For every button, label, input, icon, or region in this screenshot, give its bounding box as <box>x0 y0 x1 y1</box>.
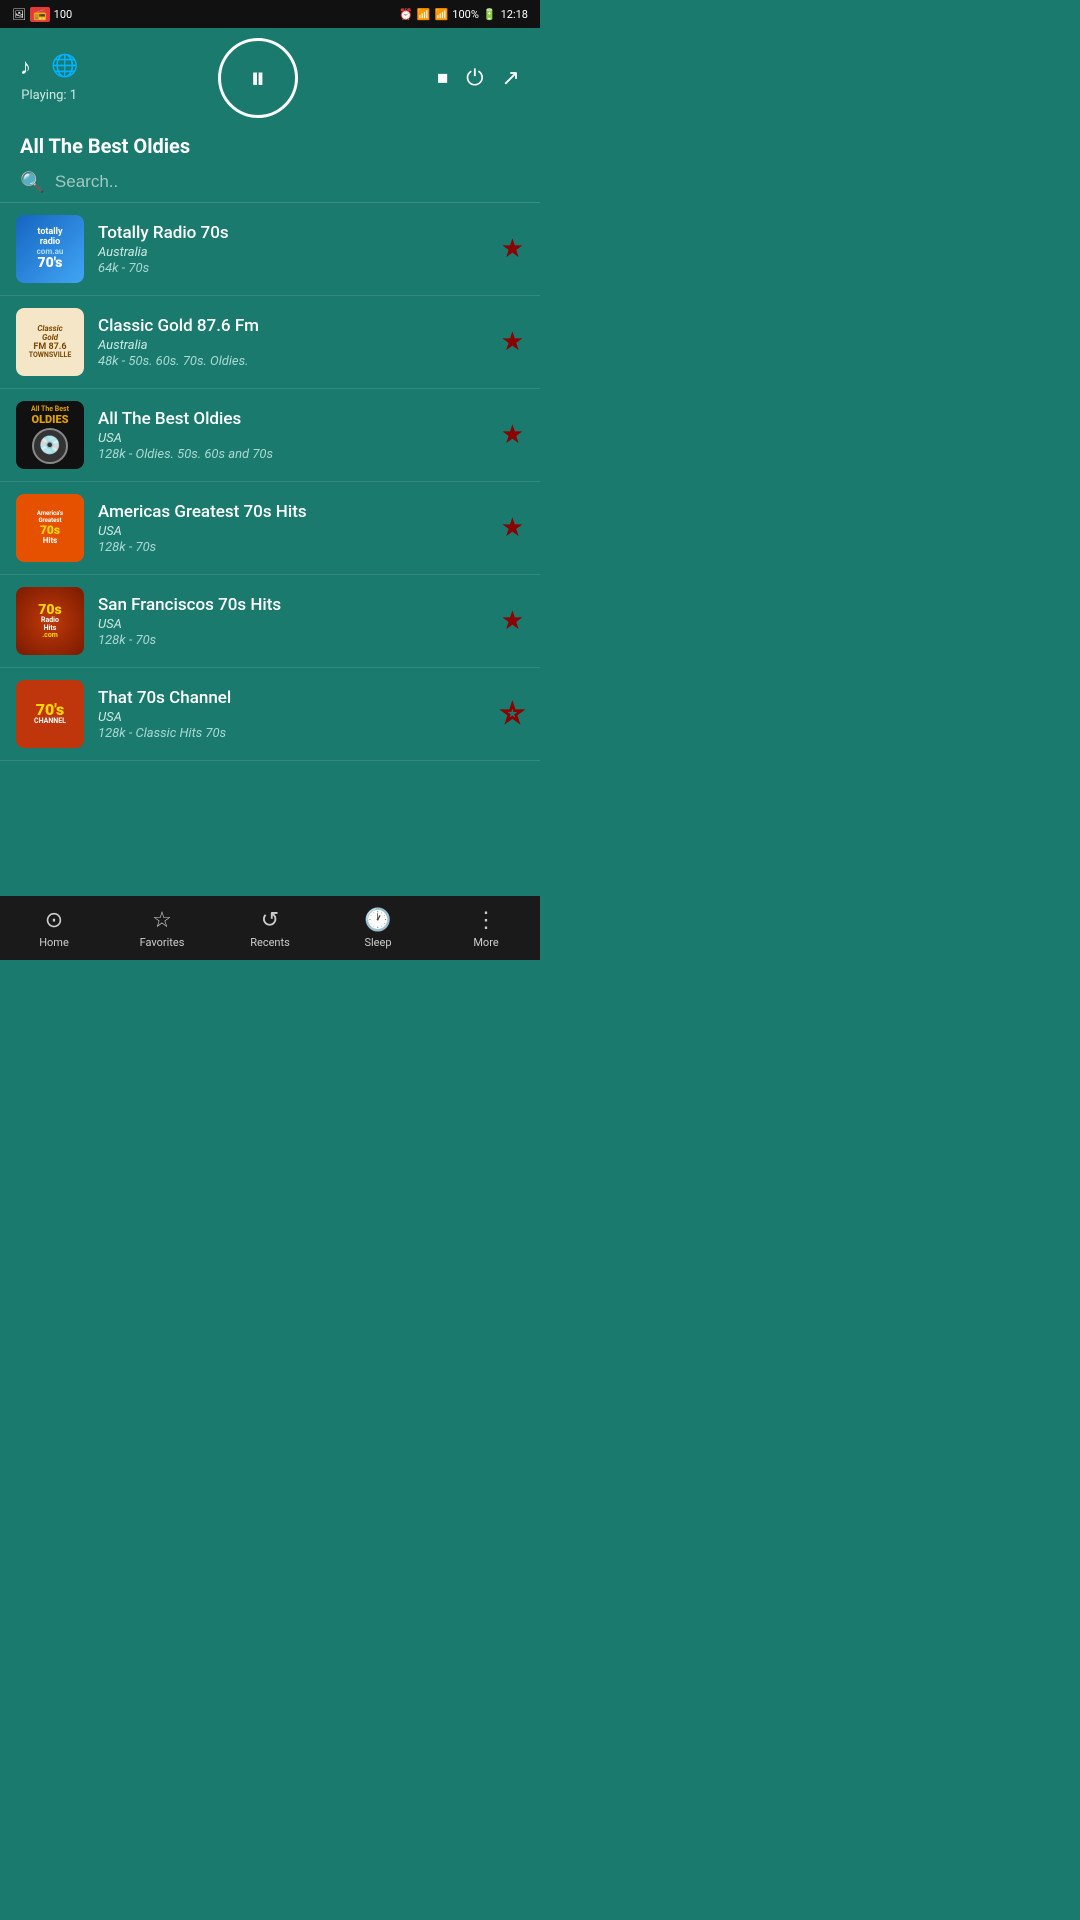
battery-percent: 100 <box>54 8 73 21</box>
station-info: That 70s Channel USA 128k - Classic Hits… <box>98 688 487 741</box>
nav-item-recents[interactable]: ↺ Recents <box>216 908 324 949</box>
pause-button[interactable]: ⏸ <box>218 38 298 118</box>
ctrl-right: ⏹ ⏻ ↗ <box>437 66 520 91</box>
search-input[interactable] <box>55 172 520 192</box>
nav-label-recents: Recents <box>250 936 290 949</box>
station-logo: 70s RadioHits .com <box>16 587 84 655</box>
station-info: San Franciscos 70s Hits USA 128k - 70s <box>98 595 487 648</box>
music-note-icon[interactable]: ♪ <box>20 54 31 80</box>
station-country: Australia <box>98 338 487 353</box>
station-logo: ClassicGold FM 87.6 TOWNSVILLE <box>16 308 84 376</box>
station-name: San Franciscos 70s Hits <box>98 595 487 615</box>
nav-item-more[interactable]: ⋮ More <box>432 908 540 949</box>
station-country: USA <box>98 431 487 446</box>
favorite-star[interactable]: ★ <box>501 327 524 357</box>
station-info: All The Best Oldies USA 128k - Oldies. 5… <box>98 409 487 462</box>
station-item[interactable]: totallyradio com.au 70's Totally Radio 7… <box>0 203 540 296</box>
station-item[interactable]: ClassicGold FM 87.6 TOWNSVILLE Classic G… <box>0 296 540 389</box>
status-bar: 🖼 📻 100 ⏰ 📶 📶 100% 🔋 12:18 <box>0 0 540 28</box>
search-bar: 🔍 <box>0 162 540 203</box>
nav-item-sleep[interactable]: 🕐 Sleep <box>324 908 432 949</box>
station-country: USA <box>98 617 487 632</box>
signal-icon: 📶 <box>435 8 449 21</box>
battery-level: 100% <box>452 8 479 21</box>
station-item[interactable]: 70s RadioHits .com San Franciscos 70s Hi… <box>0 575 540 668</box>
favorite-star[interactable]: ★ <box>501 513 524 543</box>
more-icon: ⋮ <box>475 908 497 933</box>
favorite-star[interactable]: ★ <box>501 420 524 450</box>
nav-item-home[interactable]: ⊙ Home <box>0 908 108 949</box>
station-info: Americas Greatest 70s Hits USA 128k - 70… <box>98 502 487 555</box>
station-name: Totally Radio 70s <box>98 223 487 243</box>
alarm-icon: ⏰ <box>399 8 413 21</box>
ctrl-left: ♪ 🌐 Playing: 1 <box>20 54 78 103</box>
station-meta: 128k - Oldies. 50s. 60s and 70s <box>98 447 487 462</box>
station-name: Classic Gold 87.6 Fm <box>98 316 487 336</box>
sleep-icon: 🕐 <box>364 908 391 933</box>
station-meta: 128k - 70s <box>98 633 487 648</box>
controls-row: ♪ 🌐 Playing: 1 ⏸ ⏹ ⏻ ↗ <box>20 38 520 118</box>
search-icon: 🔍 <box>20 170 45 194</box>
favorite-star[interactable]: ☆ <box>501 699 524 729</box>
nav-label-home: Home <box>39 936 69 949</box>
globe-icon[interactable]: 🌐 <box>51 54 78 80</box>
radio-icon: 📻 <box>30 7 50 22</box>
favorites-icon: ☆ <box>152 908 172 933</box>
recents-icon: ↺ <box>261 908 279 933</box>
station-name: Americas Greatest 70s Hits <box>98 502 487 522</box>
station-list: totallyradio com.au 70's Totally Radio 7… <box>0 203 540 857</box>
station-meta: 48k - 50s. 60s. 70s. Oldies. <box>98 354 487 369</box>
station-logo: America'sGreatest 70s Hits <box>16 494 84 562</box>
now-playing-title: All The Best Oldies <box>0 126 540 162</box>
battery-icon: 🔋 <box>483 8 497 21</box>
station-logo: All The Best OLDIES 💿 <box>16 401 84 469</box>
station-logo: totallyradio com.au 70's <box>16 215 84 283</box>
nav-label-favorites: Favorites <box>140 936 185 949</box>
station-info: Classic Gold 87.6 Fm Australia 48k - 50s… <box>98 316 487 369</box>
nav-label-more: More <box>473 936 498 949</box>
favorite-star[interactable]: ★ <box>501 234 524 264</box>
station-meta: 64k - 70s <box>98 261 487 276</box>
time-display: 12:18 <box>501 8 528 21</box>
station-info: Totally Radio 70s Australia 64k - 70s <box>98 223 487 276</box>
bottom-nav: ⊙ Home ☆ Favorites ↺ Recents 🕐 Sleep ⋮ M… <box>0 896 540 960</box>
station-item[interactable]: America'sGreatest 70s Hits Americas Grea… <box>0 482 540 575</box>
stop-icon[interactable]: ⏹ <box>437 66 448 91</box>
station-item[interactable]: All The Best OLDIES 💿 All The Best Oldie… <box>0 389 540 482</box>
station-item[interactable]: 70's CHANNEL That 70s Channel USA 128k -… <box>0 668 540 761</box>
share-icon[interactable]: ↗ <box>502 66 520 91</box>
status-right: ⏰ 📶 📶 100% 🔋 12:18 <box>399 8 528 21</box>
power-icon[interactable]: ⏻ <box>466 66 483 91</box>
status-left: 🖼 📻 100 <box>12 7 72 22</box>
station-country: Australia <box>98 245 487 260</box>
pause-icon: ⏸ <box>250 61 265 96</box>
station-country: USA <box>98 710 487 725</box>
station-logo: 70's CHANNEL <box>16 680 84 748</box>
favorite-star[interactable]: ★ <box>501 606 524 636</box>
station-country: USA <box>98 524 487 539</box>
nav-item-favorites[interactable]: ☆ Favorites <box>108 908 216 949</box>
station-meta: 128k - Classic Hits 70s <box>98 726 487 741</box>
photo-icon: 🖼 <box>12 8 26 21</box>
wifi-icon: 📶 <box>417 8 431 21</box>
nav-label-sleep: Sleep <box>364 936 391 949</box>
home-icon: ⊙ <box>45 908 63 933</box>
station-meta: 128k - 70s <box>98 540 487 555</box>
station-name: That 70s Channel <box>98 688 487 708</box>
header: ♪ 🌐 Playing: 1 ⏸ ⏹ ⏻ ↗ <box>0 28 540 126</box>
playing-label: Playing: 1 <box>21 88 77 103</box>
station-name: All The Best Oldies <box>98 409 487 429</box>
